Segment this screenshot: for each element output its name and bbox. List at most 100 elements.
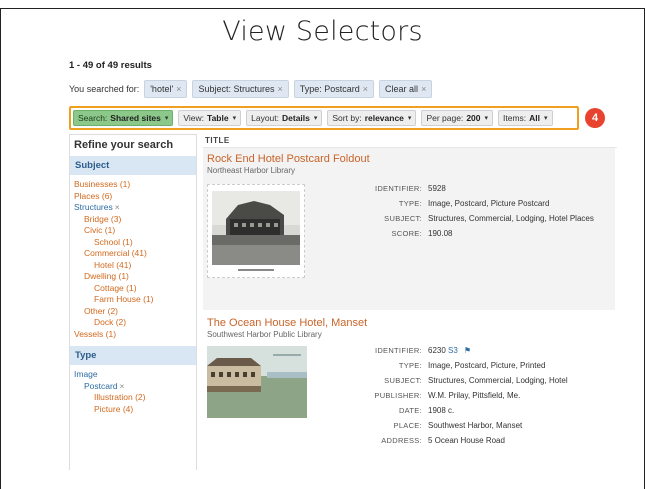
identifier-value: 6230: [428, 346, 446, 355]
chip-clear-all[interactable]: Clear all ×: [379, 80, 433, 98]
facet-item-selected[interactable]: Structures ×: [70, 202, 196, 214]
facet-item[interactable]: Vessels (1): [70, 329, 196, 341]
result-title[interactable]: The Ocean House Hotel, Manset: [203, 312, 615, 329]
column-header-title[interactable]: Title: [203, 134, 617, 148]
slide: View Selectors 1 - 49 of 49 results You …: [0, 0, 645, 489]
selector-prefix: View:: [183, 113, 205, 123]
field-label: Identifier:: [374, 346, 422, 355]
remove-icon[interactable]: ×: [277, 84, 282, 94]
facet-item[interactable]: Other (2): [70, 306, 196, 318]
chip-subject[interactable]: Subject: Structures ×: [192, 80, 289, 98]
ocean-house-photo-image: [207, 346, 307, 418]
facet-item-selected[interactable]: Image: [70, 369, 196, 381]
result-row: Rock End Hotel Postcard Foldout Northeas…: [203, 148, 615, 310]
result-library: Southwest Harbor Public Library: [207, 330, 322, 339]
facet-item[interactable]: School (1): [70, 237, 196, 249]
field-value: 5928: [428, 184, 446, 193]
screenshot: 1 - 49 of 49 results You searched for: '…: [69, 60, 617, 470]
refine-title: Refine your search: [74, 139, 174, 151]
results-table: Title Rock End Hotel Postcard Foldout No…: [203, 134, 617, 470]
selector-prefix: Search:: [78, 113, 108, 123]
selector-prefix: Sort by:: [332, 113, 362, 123]
field-label: Score:: [391, 229, 422, 238]
field-value: Southwest Harbor, Manset: [428, 421, 523, 430]
field-value: Image, Postcard, Picture Postcard: [428, 199, 550, 208]
chip-query-label: 'hotel': [150, 84, 174, 94]
facet-item[interactable]: Dock (2): [70, 317, 196, 329]
field-label: Type:: [398, 361, 422, 370]
facet-head-type[interactable]: Type: [70, 346, 196, 365]
chip-type-label: Type: Postcard: [299, 84, 360, 94]
chevron-down-icon: ▾: [544, 115, 548, 122]
facet-item[interactable]: Dwelling (1): [70, 271, 196, 283]
field-label: Place:: [393, 421, 422, 430]
facet-item[interactable]: Bridge (3): [70, 214, 196, 226]
selector-value: All: [529, 113, 541, 123]
facet-item-label: Structures: [74, 202, 113, 212]
remove-icon[interactable]: ×: [176, 84, 181, 94]
remove-icon[interactable]: ×: [421, 84, 426, 94]
sort-selector[interactable]: Sort by: relevance ▾: [327, 110, 417, 126]
chevron-down-icon: ▾: [407, 115, 412, 122]
facet-item-label: Postcard: [84, 380, 118, 391]
selector-value: Table: [207, 113, 229, 123]
refine-sidebar: Refine your search Subject Businesses (1…: [69, 134, 197, 470]
selector-value: Details: [282, 113, 310, 123]
field-value: 190.08: [428, 229, 453, 238]
selector-prefix: Per page:: [426, 113, 464, 123]
chip-type[interactable]: Type: Postcard ×: [293, 80, 375, 98]
remove-icon[interactable]: ×: [363, 84, 368, 94]
postcard-thumbnail[interactable]: [207, 184, 305, 278]
view-selectors: Search: Shared sites ▾ View: Table ▾ Layout:…: [73, 110, 553, 126]
result-row: The Ocean House Hotel, Manset Southwest …: [203, 312, 615, 470]
layout-selector[interactable]: Layout: Details ▾: [246, 110, 323, 126]
field-value: Structures, Commercial, Lodging, Hotel P…: [428, 214, 594, 223]
chevron-down-icon: ▾: [313, 115, 318, 122]
facet-item[interactable]: Commercial (41): [70, 248, 196, 260]
field-label: Address:: [381, 436, 422, 445]
facet-item-selected[interactable]: Postcard ×: [70, 381, 196, 393]
chevron-down-icon: ▾: [164, 115, 169, 122]
field-label: Publisher:: [374, 391, 422, 400]
facet-item[interactable]: Farm House (1): [70, 294, 196, 306]
facet-head-subject[interactable]: Subject: [70, 156, 196, 175]
chip-clear-all-label: Clear all: [385, 84, 419, 94]
items-selector[interactable]: Items: All ▾: [498, 110, 553, 126]
facet-item[interactable]: Hotel (41): [70, 260, 196, 272]
s3-link[interactable]: S3: [448, 346, 458, 355]
per-page-selector[interactable]: Per page: 200 ▾: [421, 110, 494, 126]
result-title[interactable]: Rock End Hotel Postcard Foldout: [203, 148, 615, 165]
field-label: Identifier:: [374, 184, 422, 193]
chip-subject-label: Subject: Structures: [198, 84, 275, 94]
selector-value: 200: [466, 113, 481, 123]
result-fields: Identifier: 6230 S3 ⚑ Type: Image, Postcard…: [343, 346, 617, 451]
field-label: Subject:: [384, 214, 422, 223]
postcard-thumbnail[interactable]: [207, 346, 307, 418]
results-count: 1 - 49 of 49 results: [69, 60, 152, 71]
field-value: Structures, Commercial, Lodging, Hotel: [428, 376, 568, 385]
slide-border-left: [0, 8, 1, 489]
facet-item[interactable]: Places (6): [70, 191, 196, 203]
facet-item[interactable]: Businesses (1): [70, 179, 196, 191]
field-value: W.M. Prilay, Pittsfield, Me.: [428, 391, 521, 400]
remove-icon[interactable]: ×: [115, 202, 120, 212]
selector-value: Shared sites: [110, 113, 161, 123]
step-number-badge: 4: [585, 108, 605, 128]
field-value: 1908 c.: [428, 406, 455, 415]
facet-item[interactable]: Picture (4): [70, 404, 196, 416]
chevron-down-icon: ▾: [232, 115, 237, 122]
facet-item[interactable]: Civic (1): [70, 225, 196, 237]
field-value: Image, Postcard, Picture, Printed: [428, 361, 546, 370]
result-fields: Identifier: 5928 Type: Image, Postcard, Pi…: [343, 184, 617, 244]
field-label: Type:: [398, 199, 422, 208]
view-selector[interactable]: View: Table ▾: [178, 110, 242, 126]
selector-prefix: Items:: [503, 113, 527, 123]
hotel-photo-image: [212, 191, 300, 271]
remove-icon[interactable]: ×: [120, 381, 125, 391]
flag-icon[interactable]: ⚑: [464, 346, 471, 355]
chip-query[interactable]: 'hotel' ×: [144, 80, 188, 98]
facet-item[interactable]: Illustration (2): [70, 392, 196, 404]
search-summary: You searched for: 'hotel' × Subject: Stru…: [69, 80, 433, 98]
facet-item[interactable]: Cottage (1): [70, 283, 196, 295]
search-scope-selector[interactable]: Search: Shared sites ▾: [73, 110, 174, 126]
